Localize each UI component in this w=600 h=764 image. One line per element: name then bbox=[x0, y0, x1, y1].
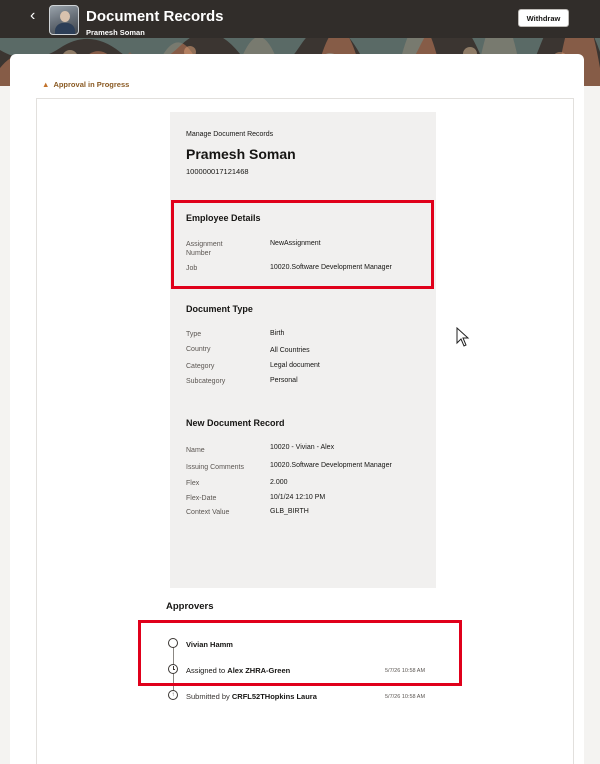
field-label: Category bbox=[186, 363, 215, 370]
field-value: 10020.Software Development Manager bbox=[270, 462, 392, 469]
document-heading: Manage Document Records bbox=[186, 131, 274, 138]
field-value: GLB_BIRTH bbox=[270, 508, 309, 515]
field-value: Birth bbox=[270, 330, 285, 337]
mouse-cursor-icon bbox=[456, 327, 470, 347]
field-value: 2.000 bbox=[270, 479, 288, 486]
field-value: 10/1/24 12:10 PM bbox=[270, 494, 326, 501]
field-label: Type bbox=[186, 331, 202, 338]
avatar bbox=[49, 5, 79, 35]
field-label: Name bbox=[186, 447, 205, 454]
page-subtitle: Pramesh Soman bbox=[86, 28, 145, 37]
person-name: Pramesh Soman bbox=[186, 146, 296, 162]
status-text: Approval in Progress bbox=[53, 80, 130, 89]
submit-arrow-icon: ↑ bbox=[168, 690, 178, 700]
page-title: Document Records bbox=[86, 8, 224, 25]
submitter-prefix: Submitted by bbox=[186, 692, 232, 701]
withdraw-button[interactable]: Withdraw bbox=[518, 9, 569, 27]
approvers-highlight bbox=[138, 620, 462, 686]
timestamp: 5/7/26 10:58 AM bbox=[385, 694, 426, 700]
field-label: Context Value bbox=[186, 509, 230, 516]
approvers-title: Approvers bbox=[166, 601, 214, 612]
field-label: Flex bbox=[186, 480, 200, 487]
field-label: Issuing Comments bbox=[186, 464, 244, 471]
submitter-name: CRFL52THopkins Laura bbox=[231, 692, 317, 701]
warning-icon: ▲ bbox=[42, 80, 50, 89]
person-number: 100000017121468 bbox=[186, 167, 249, 176]
field-label: Flex-Date bbox=[186, 495, 217, 502]
status-badge: ▲ Approval in Progress bbox=[42, 80, 129, 89]
field-label: Subcategory bbox=[186, 378, 226, 385]
submitter-row: Submitted by CRFL52THopkins Laura bbox=[186, 692, 317, 701]
employee-details-highlight bbox=[171, 200, 434, 289]
field-value: 10020 - Vivian - Alex bbox=[270, 444, 335, 451]
document-type-title: Document Type bbox=[186, 304, 253, 314]
back-chevron-icon[interactable]: ‹ bbox=[30, 8, 35, 24]
new-document-record-title: New Document Record bbox=[186, 418, 285, 428]
field-value: Personal bbox=[270, 377, 298, 384]
field-label: Country bbox=[186, 346, 211, 353]
field-value: All Countries bbox=[270, 347, 310, 354]
field-value: Legal document bbox=[270, 362, 320, 369]
